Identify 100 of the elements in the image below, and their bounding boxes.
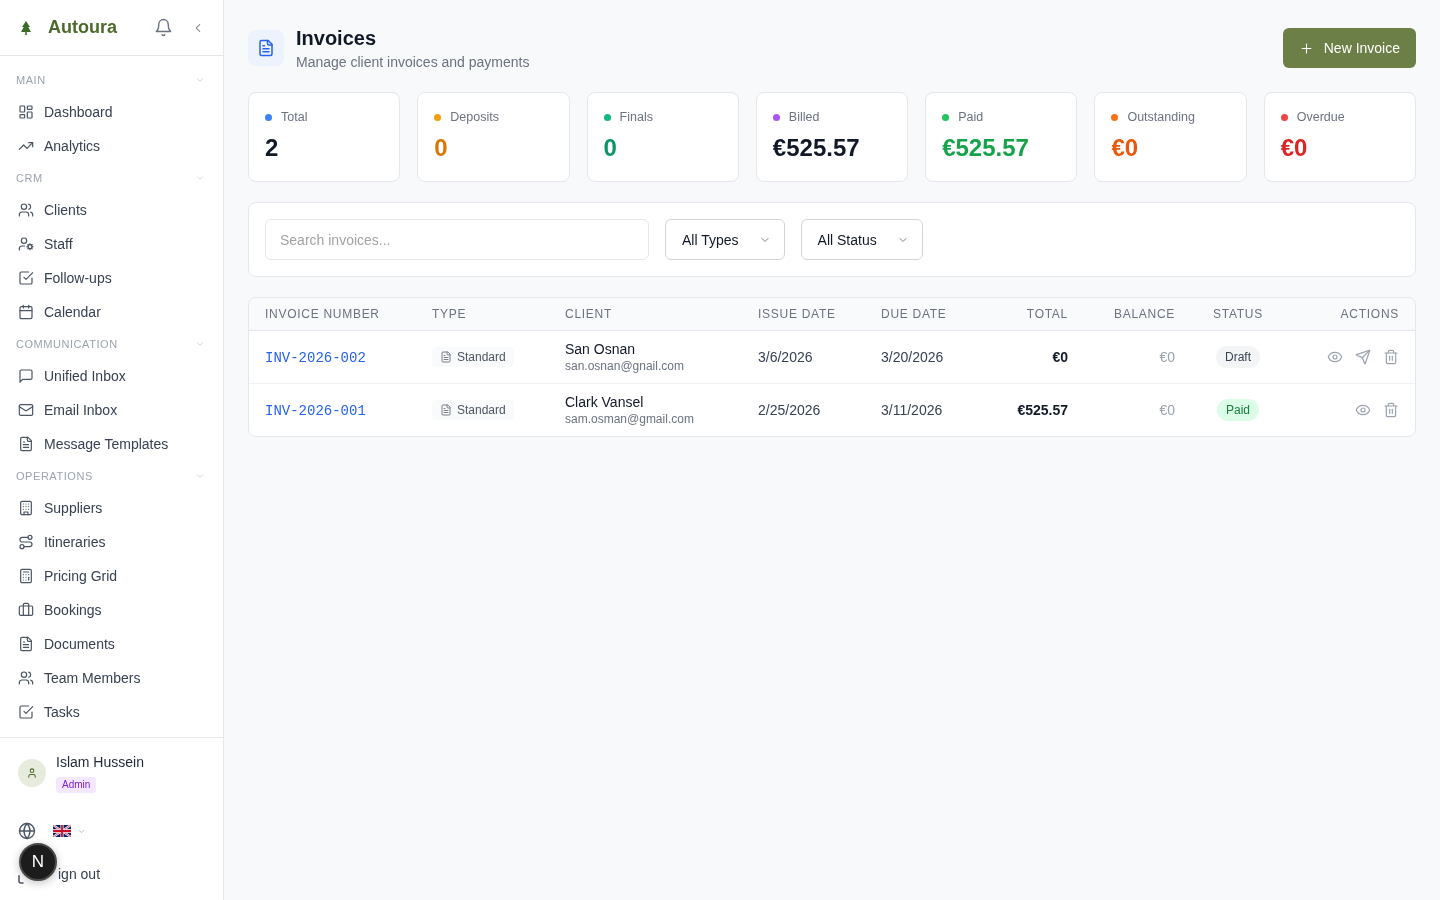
dev-tools-button[interactable]: N (19, 843, 57, 881)
stat-value: 0 (603, 134, 617, 161)
stat-value: 2 (265, 134, 279, 161)
stat-label: Overdue (1296, 109, 1345, 125)
brand-name: Autoura (48, 17, 118, 38)
balance-amount: €0 (1159, 402, 1175, 418)
client-name: San Osnan (565, 340, 636, 358)
globe-icon[interactable] (18, 822, 36, 840)
filter-select[interactable]: All Status (800, 219, 923, 260)
user-avatar-icon (18, 759, 46, 787)
column-header: BALANCE (1113, 307, 1175, 321)
search-field[interactable]: Search invoices... (265, 219, 649, 260)
nav-label: Unified Inbox (44, 368, 126, 384)
eye-icon[interactable] (1327, 349, 1343, 365)
new-invoice-button[interactable]: New Invoice (1282, 28, 1416, 68)
paper-plane-icon[interactable] (1355, 349, 1371, 365)
nav-item[interactable]: Calendar (8, 295, 215, 329)
chevron-down-icon[interactable] (195, 173, 205, 183)
column-header: CLIENT (565, 307, 612, 321)
filter-select[interactable]: All Types (665, 219, 785, 260)
client-email: sam.osman@gmail.com (565, 411, 694, 427)
nav-label: Suppliers (44, 500, 103, 516)
section-title: MAIN (16, 74, 46, 86)
nav-label: Pricing Grid (44, 568, 118, 584)
nav-item[interactable]: Unified Inbox (8, 359, 215, 393)
document-icon (18, 636, 34, 652)
checkbox-icon (18, 704, 34, 720)
nav-item[interactable]: Bookings (8, 593, 215, 627)
trash-icon[interactable] (1383, 402, 1399, 418)
uk-flag-icon[interactable] (53, 825, 71, 837)
stat-value: €525.57 (942, 134, 1029, 161)
trash-icon[interactable] (1383, 349, 1399, 365)
nav-item[interactable]: Dashboard (8, 95, 215, 129)
nav-item[interactable]: Documents (8, 627, 215, 661)
status-tag: Paid (1217, 399, 1259, 421)
document-icon (248, 30, 284, 66)
due-date: 3/11/2026 (881, 402, 943, 418)
eye-icon[interactable] (1355, 402, 1371, 418)
stat-label: Paid (958, 109, 984, 125)
nav-label: Team Members (44, 670, 141, 686)
nav-item[interactable]: Analytics (8, 129, 215, 163)
nav-item[interactable]: Clients (8, 193, 215, 227)
stat-value: 0 (434, 134, 448, 161)
nav-item[interactable]: Pricing Grid (8, 559, 215, 593)
stat-label: Deposits (450, 109, 499, 125)
stat-label: Outstanding (1127, 109, 1195, 125)
person-gear-icon (18, 236, 34, 252)
nav-item[interactable]: Email Inbox (8, 393, 215, 427)
bracket-icon[interactable] (18, 874, 24, 884)
invoice-number-link[interactable]: INV-2026-002 (265, 349, 366, 366)
calendar-icon (18, 304, 34, 320)
building-icon (18, 500, 34, 516)
nav-label: Documents (44, 636, 115, 652)
nav-item[interactable]: Suppliers (8, 491, 215, 525)
dashboard-grid-icon (18, 104, 34, 120)
nav-item[interactable]: Tasks (8, 695, 215, 729)
document-icon (440, 351, 452, 363)
stat-value: €0 (1280, 134, 1308, 161)
stat-value: €0 (1111, 134, 1139, 161)
nav-label: Staff (44, 236, 73, 252)
issue-date: 2/25/2026 (758, 402, 821, 418)
section-title: COMMUNICATION (16, 338, 118, 350)
nav-item[interactable]: Message Templates (8, 427, 215, 461)
column-header: TOTAL (1026, 307, 1068, 321)
bell-icon[interactable] (154, 18, 173, 37)
invoice-number-link[interactable]: INV-2026-001 (265, 402, 366, 419)
nav-item[interactable]: Staff (8, 227, 215, 261)
nav-label: Clients (44, 202, 87, 218)
people-icon (18, 670, 34, 686)
nav-item[interactable]: Itineraries (8, 525, 215, 559)
nav-label: Itineraries (44, 534, 106, 550)
sign-out-link[interactable]: ign out (58, 866, 101, 882)
nav-label: Email Inbox (44, 402, 118, 418)
nav-label: Message Templates (44, 436, 169, 452)
stat-label: Billed (788, 109, 820, 125)
route-icon (18, 534, 34, 550)
type-label: Standard (457, 350, 506, 364)
people-icon (18, 202, 34, 218)
nav-label: Dashboard (44, 104, 113, 120)
stat-label: Finals (619, 109, 653, 125)
briefcase-icon (18, 602, 34, 618)
chevron-down-icon[interactable] (195, 339, 205, 349)
balance-amount: €0 (1159, 349, 1175, 365)
nav-label: Calendar (44, 304, 101, 320)
chevron-down-icon[interactable] (195, 471, 205, 481)
column-header: ACTIONS (1340, 307, 1399, 321)
speech-bubble-icon (18, 368, 34, 384)
stat-label: Total (281, 109, 308, 125)
role-tag: Admin (56, 777, 97, 793)
column-header: TYPE (432, 307, 467, 321)
section-title: CRM (16, 172, 43, 184)
user-name: Islam Hussein (56, 753, 144, 771)
nav-item[interactable]: Team Members (8, 661, 215, 695)
type-label: Standard (457, 403, 506, 417)
plus-icon (1298, 40, 1314, 56)
column-header: DUE DATE (881, 307, 947, 321)
nav-item[interactable]: Follow-ups (8, 261, 215, 295)
column-header: INVOICE NUMBER (265, 307, 380, 321)
status-tag: Draft (1216, 346, 1260, 368)
chevron-down-icon[interactable] (195, 75, 205, 85)
